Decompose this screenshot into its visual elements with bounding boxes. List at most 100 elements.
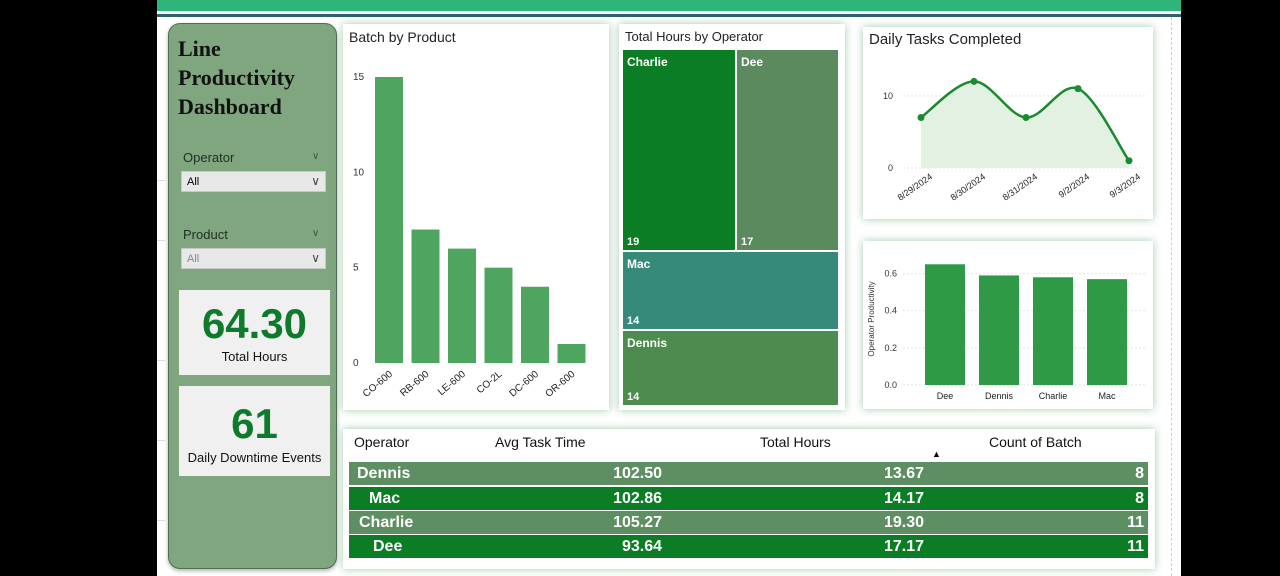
data-point [917, 114, 925, 121]
cell-operator: Charlie [359, 514, 414, 531]
operator-filter-label: Operator [183, 150, 235, 165]
operator-table[interactable]: Operator Avg Task Time Total Hours Count… [343, 429, 1155, 569]
bar [925, 264, 965, 385]
x-tick-label: CO-600 [361, 369, 395, 400]
chevron-down-icon[interactable]: ∨ [312, 151, 319, 162]
treemap-tile-mac[interactable]: Mac 14 [622, 251, 839, 330]
tile-value: 14 [627, 315, 640, 327]
cell-avg-task-time: 102.86 [613, 490, 662, 507]
bg-guide-line [157, 180, 165, 181]
operator-filter-dropdown[interactable]: All ∨ [181, 171, 326, 192]
table-row[interactable]: Dee 93.64 17.17 11 [349, 535, 1148, 558]
cell-count-of-batch: 11 [1127, 514, 1144, 531]
x-tick-label: 8/29/2024 [896, 171, 935, 202]
product-filter-dropdown[interactable]: All ∨ [181, 248, 326, 269]
y-tick-label: 0.2 [884, 343, 897, 353]
tile-value: 19 [627, 236, 640, 248]
total-hours-value: 64.30 [201, 300, 308, 347]
daily-tasks-chart[interactable]: Daily Tasks Completed 0 10 8/29/2024 8/30/2… [863, 27, 1153, 219]
y-tick-label: 10 [353, 167, 365, 178]
bg-guide-line [157, 520, 165, 521]
y-tick-label: 15 [353, 72, 365, 83]
table-row[interactable]: Mac 102.86 14.17 8 [349, 487, 1148, 510]
product-filter-label: Product [183, 227, 228, 242]
col-header-operator[interactable]: Operator [354, 434, 409, 450]
area-fill [921, 81, 1129, 168]
col-header-total-hours[interactable]: Total Hours [760, 434, 831, 450]
operator-productivity-chart[interactable]: 0.0 0.2 0.4 0.6 Operator Productivity Dee Denn… [863, 241, 1153, 409]
bg-guide-line [157, 360, 165, 361]
data-point [1022, 114, 1030, 121]
x-tick-label: Charlie [1039, 391, 1068, 401]
chart-title: Total Hours by Operator [625, 29, 764, 44]
cell-total-hours: 19.30 [883, 514, 924, 531]
tile-name: Dee [741, 55, 764, 69]
cell-total-hours: 13.67 [883, 465, 924, 482]
col-header-avg-task-time[interactable]: Avg Task Time [495, 434, 586, 450]
downtime-value: 61 [231, 400, 278, 447]
y-tick-label: 5 [353, 263, 359, 274]
data-point [970, 77, 978, 85]
treemap-tile-dee[interactable]: Dee 17 [736, 49, 839, 251]
y-axis-title: Operator Productivity [867, 281, 876, 356]
cell-operator: Mac [369, 490, 401, 507]
y-tick-label: 0.4 [884, 306, 897, 316]
chevron-down-icon[interactable]: ∨ [312, 228, 319, 239]
treemap-tile-charlie[interactable]: Charlie 19 [622, 49, 736, 251]
cell-avg-task-time: 105.27 [613, 514, 662, 531]
operator-productivity-svg: 0.0 0.2 0.4 0.6 Operator Productivity Dee Denn… [867, 264, 1147, 401]
tile-value: 17 [741, 236, 754, 248]
report-canvas: Line Productivity Dashboard Operator ∨ A… [157, 0, 1181, 576]
cell-avg-task-time: 102.50 [613, 465, 662, 482]
filter-sidebar: Line Productivity Dashboard Operator ∨ A… [168, 23, 337, 569]
tile-name: Dennis [627, 336, 668, 350]
cell-count-of-batch: 11 [1127, 538, 1144, 555]
x-tick-label: RB-600 [398, 369, 431, 400]
y-tick-label: 10 [883, 91, 893, 101]
x-tick-label: Mac [1098, 391, 1116, 401]
top-accent-bar [157, 0, 1181, 11]
bar [1087, 279, 1127, 385]
x-tick-label: Dennis [985, 391, 1014, 401]
y-tick-label: 0 [888, 163, 893, 173]
top-divider [157, 14, 1181, 17]
cell-count-of-batch: 8 [1135, 490, 1144, 507]
daily-tasks-svg: 0 10 8/29/2024 8/30/2024 8/31/2024 9/2/2024 9/… [883, 77, 1147, 203]
bar [1033, 277, 1073, 385]
tile-name: Mac [627, 257, 651, 271]
x-tick-label: 9/2/2024 [1057, 171, 1091, 199]
chevron-down-icon: ∨ [311, 251, 320, 265]
bg-guide-line [157, 240, 165, 241]
page-title: Line Productivity Dashboard [178, 36, 295, 119]
x-tick-label: CO-2L [475, 369, 505, 397]
treemap-tile-dennis[interactable]: Dennis 14 [622, 330, 839, 406]
bar [521, 286, 549, 363]
x-tick-label: 9/3/2024 [1108, 171, 1142, 199]
table-row[interactable]: Dennis 102.50 13.67 8 [349, 462, 1148, 485]
cell-count-of-batch: 8 [1135, 465, 1144, 482]
x-tick-label: DC-600 [507, 369, 541, 400]
cell-operator: Dennis [357, 465, 411, 482]
bg-guide-line [157, 440, 165, 441]
operator-filter-value: All [187, 176, 200, 188]
x-tick-label: 8/30/2024 [949, 171, 988, 202]
tile-value: 14 [627, 391, 640, 403]
batch-by-product-chart[interactable]: Batch by Product 0 5 10 15 CO-600 RB-600 LE-60… [343, 24, 609, 410]
data-point [1125, 157, 1133, 165]
page-edge-guide [1171, 17, 1172, 576]
downtime-card: 61 Daily Downtime Events [179, 386, 330, 476]
y-tick-label: 0.6 [884, 269, 897, 279]
col-header-count-of-batch[interactable]: Count of Batch [989, 434, 1082, 450]
sort-ascending-icon[interactable]: ▲ [932, 449, 941, 459]
table-row[interactable]: Charlie 105.27 19.30 11 [349, 511, 1148, 534]
bar [411, 229, 440, 363]
total-hours-by-operator-chart[interactable]: Total Hours by Operator Charlie 19 Dee 1… [619, 24, 845, 410]
cell-avg-task-time: 93.64 [621, 538, 662, 555]
bar [448, 248, 476, 363]
chevron-down-icon: ∨ [311, 174, 320, 188]
downtime-label: Daily Downtime Events [187, 450, 322, 465]
cell-operator: Dee [373, 538, 403, 555]
y-tick-label: 0 [353, 358, 359, 369]
total-hours-label: Total Hours [221, 349, 288, 364]
tile-name: Charlie [627, 55, 668, 69]
